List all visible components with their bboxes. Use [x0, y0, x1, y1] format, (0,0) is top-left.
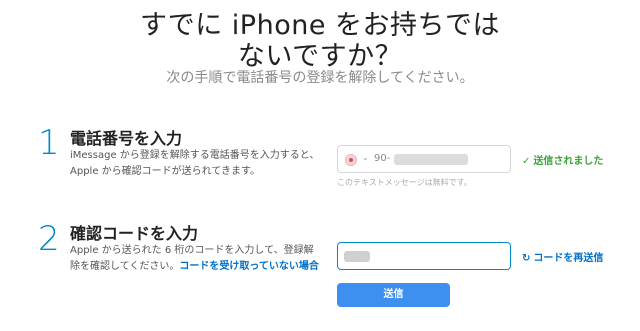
sent-status-label: 送信されました	[533, 156, 604, 167]
sent-status: ✓ 送信されました	[522, 152, 603, 167]
phone-prefix: 90-	[374, 153, 391, 164]
redacted-phone-digits	[394, 154, 468, 165]
redacted-code	[344, 251, 370, 262]
step-2-description: Apple から送られた 6 桁のコードを入力して、登録解 除を確認してください…	[70, 243, 330, 275]
step-1-description: iMessage から登録を解除する電話番号を入力すると、 Apple から確認…	[70, 148, 330, 180]
step-2-desc-line-1: Apple から送られた 6 桁のコードを入力して、登録解	[70, 245, 314, 256]
resend-code-link[interactable]: ↻ コードを再送信	[522, 249, 603, 264]
code-not-received-link[interactable]: コードを受け取っていない場合	[179, 261, 319, 272]
refresh-icon: ↻	[522, 253, 531, 264]
step-2-desc-line-2-wrap: 除を確認してください。コードを受け取っていない場合	[70, 259, 330, 275]
step-2-desc-line-2: 除を確認してください。	[70, 261, 180, 272]
page-title: すでに iPhone をお持ちでは ないですか？	[0, 10, 640, 72]
chevron-down-icon[interactable]: ⌄	[362, 153, 369, 162]
sms-free-note: このテキストメッセージは無料です。	[337, 178, 472, 187]
step-1-desc-line-1: iMessage から登録を解除する電話番号を入力すると、	[70, 150, 320, 161]
step-1-desc-line-2: Apple から確認コードが送られてきます。	[70, 166, 261, 177]
title-line-1: すでに iPhone をお持ちでは	[139, 10, 501, 41]
country-flag-icon[interactable]	[345, 154, 357, 166]
check-icon: ✓	[522, 156, 531, 167]
verification-code-input[interactable]	[337, 242, 511, 270]
step-2-number: 2	[38, 219, 60, 259]
step-1-heading: 電話番号を入力	[70, 129, 183, 148]
phone-number-input[interactable]: ⌄ 90-	[337, 145, 511, 173]
step-1-number: 1	[38, 123, 60, 163]
page-subtitle: 次の手順で電話番号の登録を解除してください。	[166, 70, 474, 86]
step-2-heading: 確認コードを入力	[70, 224, 199, 243]
submit-button[interactable]: 送信	[337, 283, 450, 307]
resend-code-label: コードを再送信	[533, 253, 604, 264]
